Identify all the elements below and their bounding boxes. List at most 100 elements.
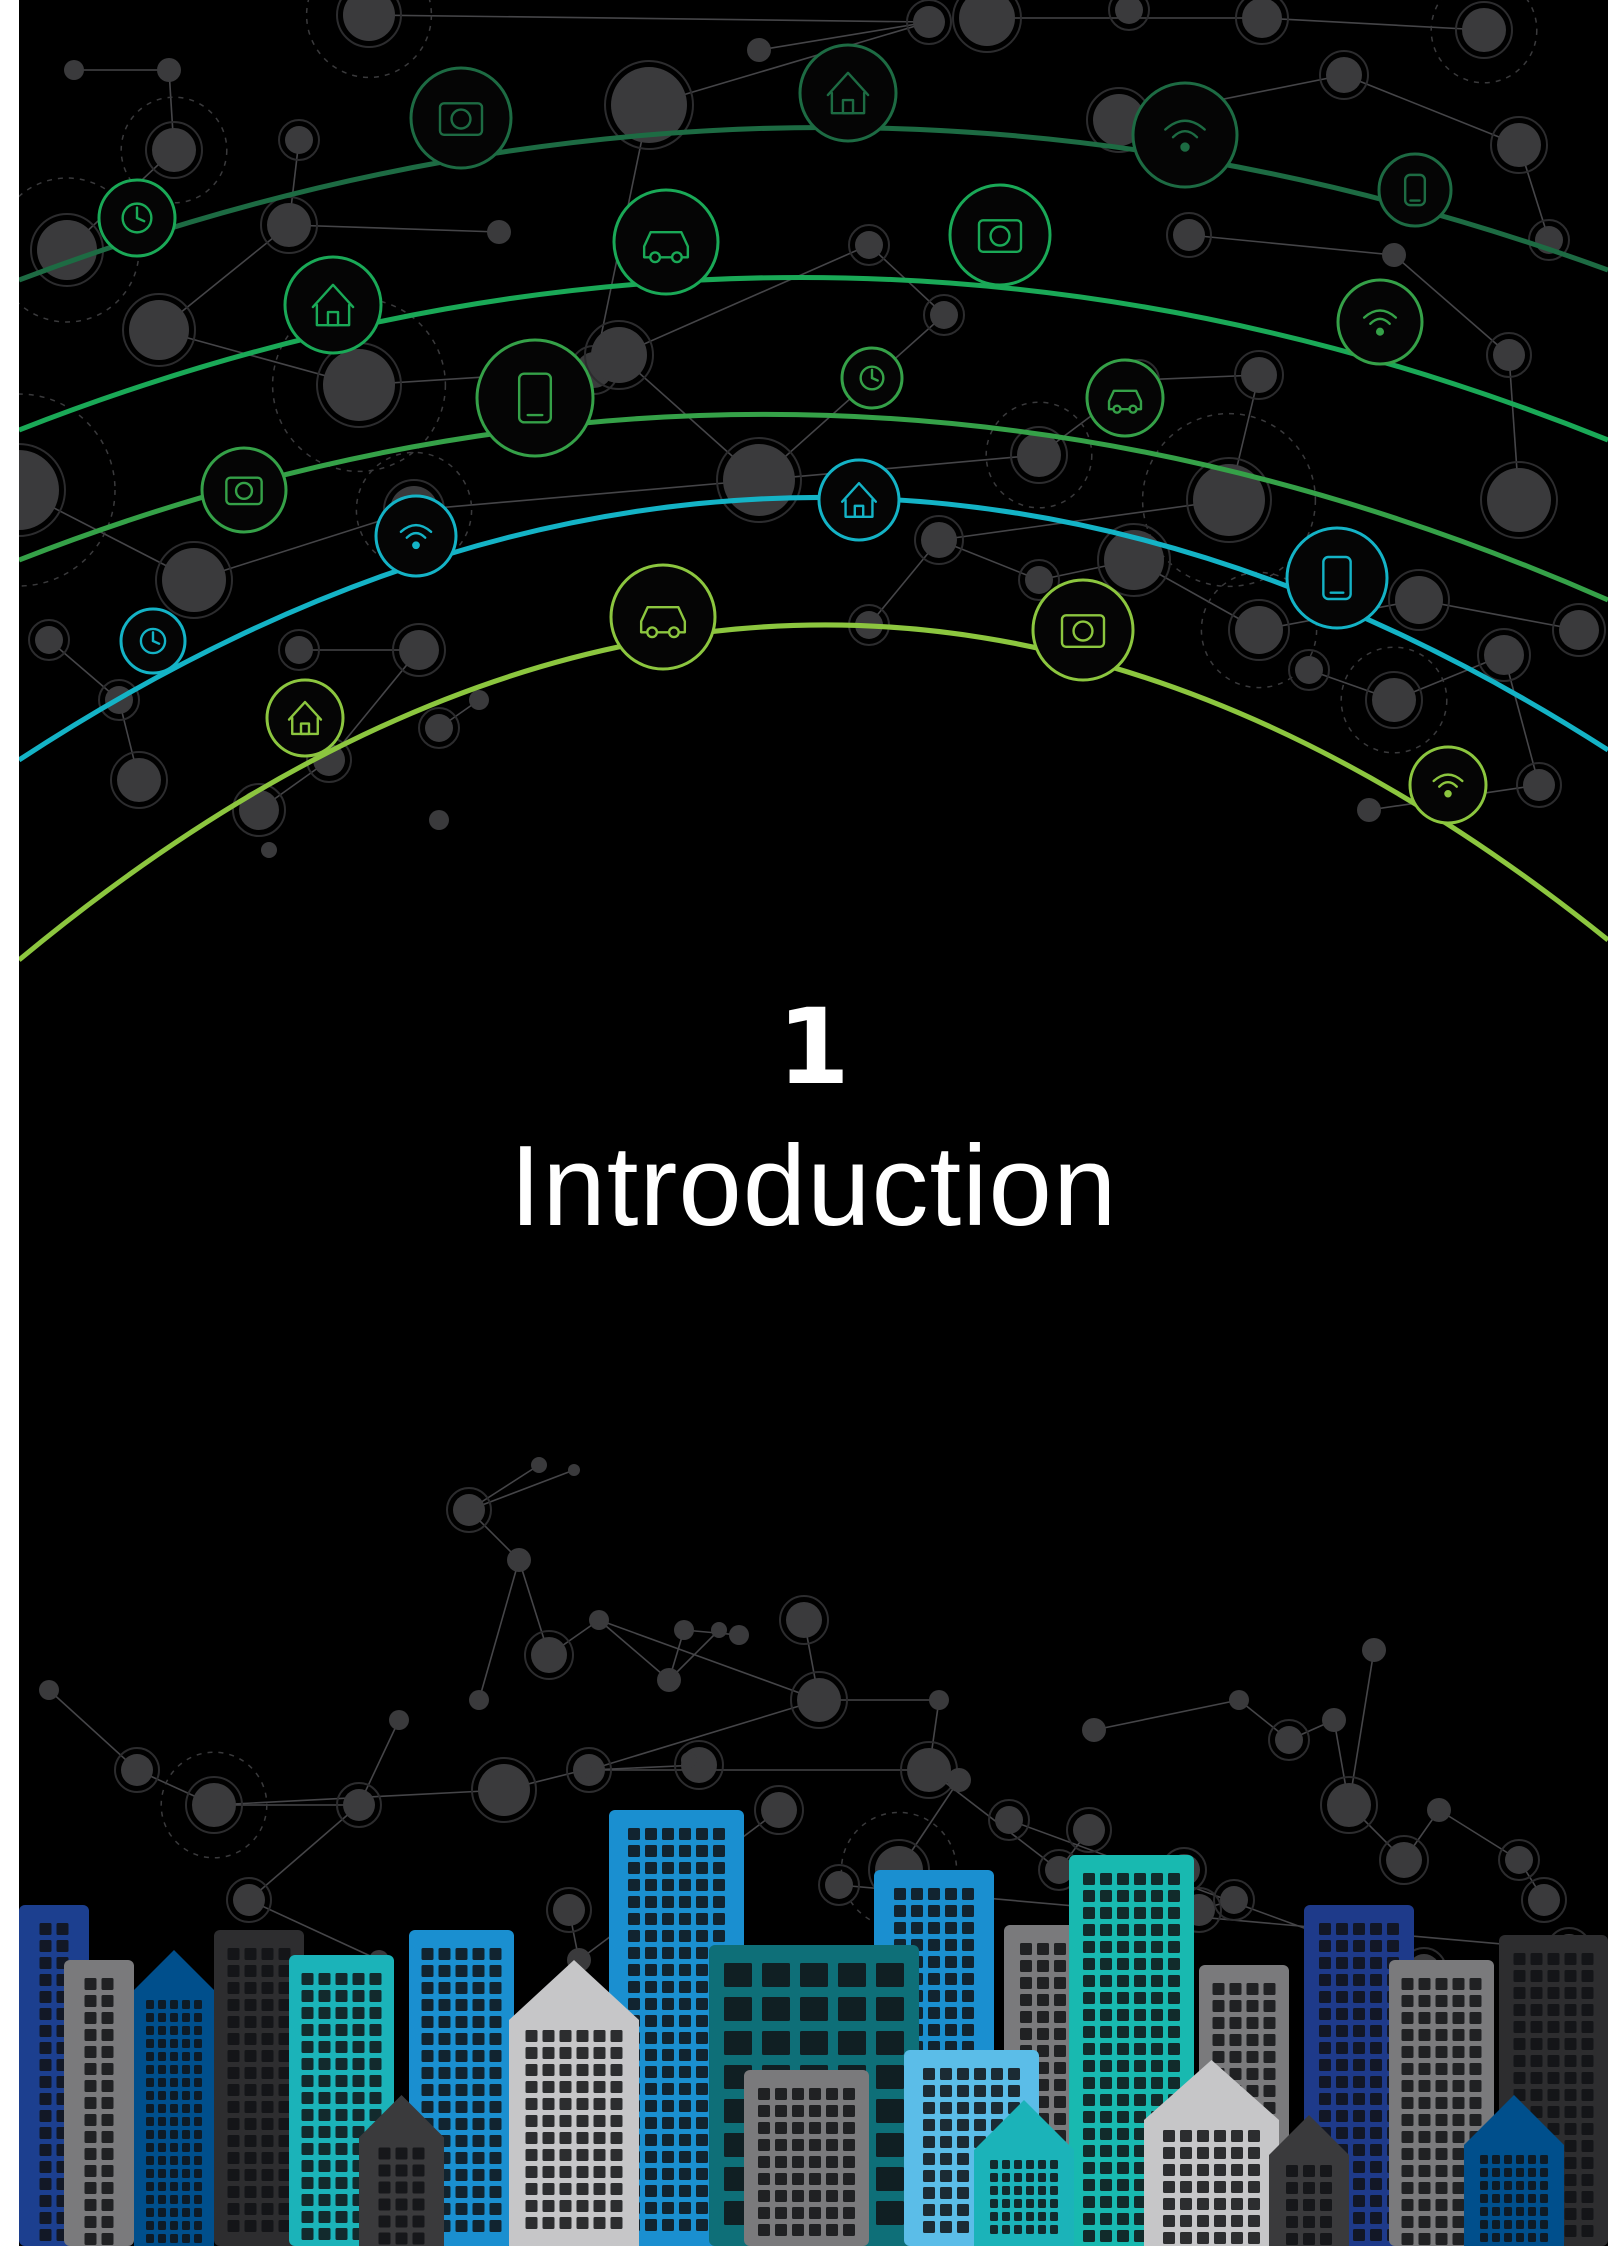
- chapter-cover-page: 1 Introduction: [19, 0, 1608, 2246]
- network-node: [35, 626, 63, 654]
- network-node: [1559, 610, 1599, 650]
- network-node: [531, 1637, 567, 1673]
- building: [744, 2070, 869, 2246]
- network-node: [576, 1762, 592, 1778]
- network-node: [453, 1494, 485, 1526]
- network-node: [568, 1464, 580, 1476]
- connectivity-arc: [19, 622, 1608, 962]
- network-node: [39, 1680, 59, 1700]
- network-node: [285, 636, 313, 664]
- connectivity-arc: [19, 495, 1608, 763]
- network-node: [1395, 576, 1443, 624]
- building: [64, 1960, 134, 2246]
- network-node: [1505, 1846, 1533, 1874]
- network-node: [1528, 1884, 1560, 1916]
- harvester-icon: [1408, 745, 1488, 825]
- washing-machine-icon: [612, 188, 720, 296]
- network-node: [507, 1548, 531, 1572]
- smartwatch-icon: [609, 563, 717, 671]
- network-node: [1025, 566, 1053, 594]
- network-node: [825, 1871, 853, 1899]
- network-node: [1115, 0, 1143, 24]
- smart-home-phone-icon: [948, 183, 1052, 287]
- tablet-touch-icon: [1031, 578, 1135, 682]
- network-line: [1418, 599, 1580, 631]
- network-line: [48, 1689, 138, 1771]
- network-node: [1326, 57, 1362, 93]
- smart-bulb-icon: [97, 178, 177, 258]
- network-node: [1229, 1690, 1249, 1710]
- network-node: [729, 1625, 749, 1645]
- network-node: [947, 1768, 971, 1792]
- network-node: [469, 690, 489, 710]
- network-node: [487, 220, 511, 244]
- network-node: [152, 128, 196, 172]
- network-node: [531, 1457, 547, 1473]
- network-node: [1295, 656, 1323, 684]
- network-node: [1427, 1798, 1451, 1822]
- network-line: [1438, 1809, 1520, 1861]
- network-node: [285, 126, 313, 154]
- network-node: [723, 444, 795, 516]
- network-node: [343, 0, 395, 41]
- network-node: [19, 450, 59, 530]
- network-node: [1382, 243, 1406, 267]
- network-line: [1348, 1649, 1375, 1806]
- network-line: [1188, 234, 1395, 256]
- smart-thermostat-icon: [817, 458, 901, 542]
- network-node: [786, 1602, 822, 1638]
- network-node: [1462, 8, 1506, 52]
- network-line: [368, 14, 930, 23]
- connected-car-icon: [1336, 278, 1424, 366]
- network-node: [1497, 123, 1541, 167]
- smart-house-icon: [475, 338, 595, 458]
- network-node: [233, 1884, 265, 1916]
- network-node: [261, 842, 277, 858]
- network-node: [1372, 678, 1416, 722]
- network-node: [1173, 219, 1205, 251]
- building: [134, 1950, 214, 2246]
- city-skyline: [19, 1810, 1608, 2246]
- network-node: [553, 1894, 585, 1926]
- network-node: [929, 1690, 949, 1710]
- network-node: [711, 1622, 727, 1638]
- network-node: [399, 630, 439, 670]
- network-node: [1322, 1708, 1346, 1732]
- network-line: [288, 224, 500, 233]
- network-node: [162, 548, 226, 612]
- network-line: [598, 1619, 670, 1681]
- smart-door-icon: [840, 346, 904, 410]
- network-node: [323, 349, 395, 421]
- smart-parking-icon: [1131, 81, 1239, 189]
- smart-bin-icon: [798, 43, 898, 143]
- network-node: [129, 300, 189, 360]
- network-node: [1220, 1886, 1248, 1914]
- network-node: [469, 1690, 489, 1710]
- network-node: [117, 758, 161, 802]
- network-node: [1484, 635, 1524, 675]
- network-node: [1327, 1783, 1371, 1827]
- network-node: [797, 1678, 841, 1722]
- smart-thermometer-icon: [200, 446, 288, 534]
- network-node: [267, 203, 311, 247]
- network-dashed-rings: [19, 0, 1538, 1929]
- smart-lighting-icon: [1377, 152, 1453, 228]
- network-node: [1045, 1856, 1073, 1884]
- network-node: [1082, 1718, 1106, 1742]
- iot-icons: [97, 43, 1488, 825]
- network-node: [1241, 357, 1277, 393]
- network-node: [343, 1789, 375, 1821]
- network-node: [674, 1620, 694, 1640]
- network-line: [1261, 17, 1485, 31]
- network-node: [959, 0, 1015, 46]
- chapter-number: 1: [777, 986, 850, 1108]
- cloud-wifi-icon: [283, 255, 383, 355]
- network-node: [429, 810, 449, 830]
- network-line: [478, 1559, 520, 1701]
- network-node: [921, 522, 957, 558]
- smart-factory-icon: [119, 607, 187, 675]
- network-line: [1093, 1699, 1240, 1731]
- smart-greenhouse-icon: [1085, 358, 1165, 438]
- connectivity-arc: [19, 124, 1608, 283]
- network-node: [1523, 769, 1555, 801]
